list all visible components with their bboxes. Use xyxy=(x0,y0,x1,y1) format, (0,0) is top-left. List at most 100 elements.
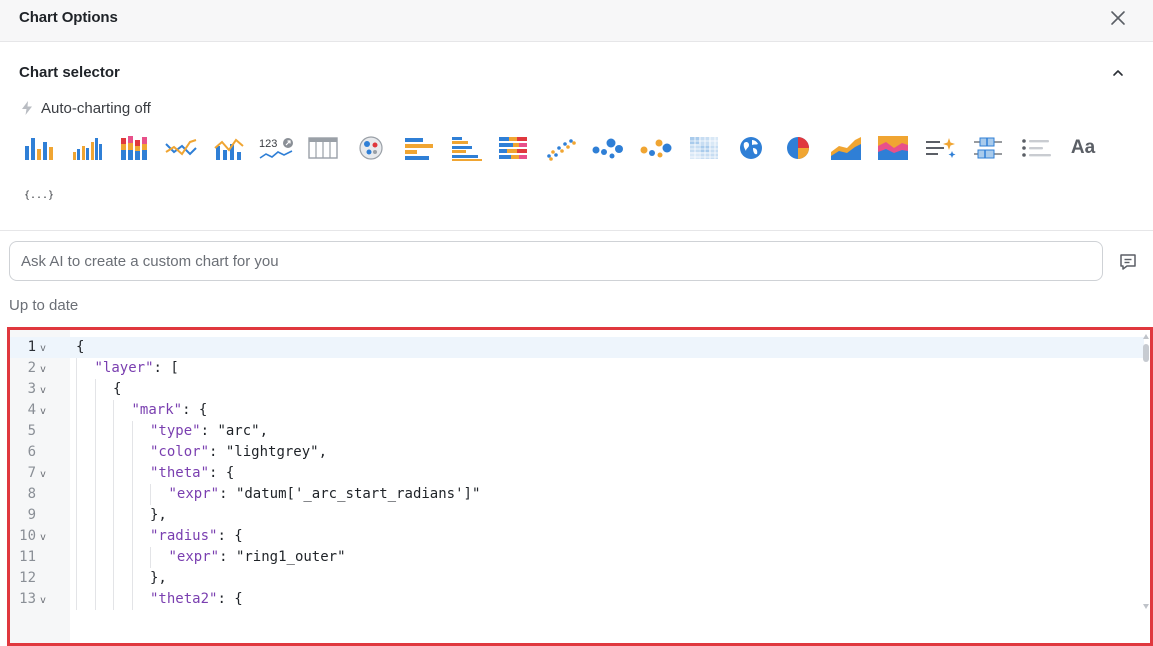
json-punct: : { xyxy=(209,465,235,481)
code-line[interactable]: 4 v "mark": { xyxy=(10,400,1144,421)
indent-guide xyxy=(150,547,151,568)
close-icon[interactable] xyxy=(1107,7,1129,29)
line-number: 1 xyxy=(27,339,36,355)
chevron-up-icon[interactable] xyxy=(1109,64,1127,82)
fold-chevron-icon[interactable]: v xyxy=(40,590,46,611)
chart-type-list[interactable] xyxy=(1018,132,1054,164)
fold-chevron-icon[interactable]: v xyxy=(40,359,46,380)
code-line[interactable]: 3 v { xyxy=(10,379,1144,400)
chart-type-horizontal-bar[interactable] xyxy=(401,132,437,164)
svg-text:123: 123 xyxy=(259,138,277,150)
code-line[interactable]: 2 v "layer": [ xyxy=(10,358,1144,379)
dialog-header: Chart Options xyxy=(0,0,1153,42)
chart-type-line[interactable] xyxy=(163,132,199,164)
code-line[interactable]: 7 v "theta": { xyxy=(10,463,1144,484)
dialog-title: Chart Options xyxy=(19,9,118,26)
table-icon xyxy=(308,137,338,159)
code-text: "type": "arc", xyxy=(150,421,268,442)
code-text: }, xyxy=(150,505,167,526)
list-icon xyxy=(1022,139,1051,157)
chart-type-table[interactable] xyxy=(305,132,341,164)
chart-type-geo-map[interactable] xyxy=(733,132,769,164)
code-line[interactable]: 1 v { xyxy=(10,337,1144,358)
line-number: 5 xyxy=(27,423,36,439)
geo-map-icon xyxy=(740,137,762,159)
chart-type-json[interactable]: {...} xyxy=(14,183,64,207)
fold-chevron-icon[interactable]: v xyxy=(40,464,46,485)
chart-type-area[interactable] xyxy=(828,132,864,164)
chat-button[interactable] xyxy=(1117,251,1139,273)
indent-guide xyxy=(131,421,133,610)
chart-type-heatmap[interactable] xyxy=(686,132,722,164)
json-key: "theta2" xyxy=(150,591,218,607)
collapse-button[interactable] xyxy=(1109,64,1127,82)
chart-type-bubble[interactable] xyxy=(590,132,626,164)
json-key: "expr" xyxy=(168,549,220,565)
chart-type-boxplot[interactable] xyxy=(970,132,1006,164)
fold-chevron-icon[interactable]: v xyxy=(40,401,46,422)
code-line[interactable]: 5 "type": "arc", xyxy=(10,421,1144,442)
json-key: "radius" xyxy=(150,528,218,544)
code-line[interactable]: 9}, xyxy=(10,505,1144,526)
scroll-down-arrow[interactable] xyxy=(1143,604,1149,609)
chart-type-ai-text[interactable] xyxy=(923,132,959,164)
chart-type-bar[interactable] xyxy=(21,132,57,164)
chart-selector-title: Chart selector xyxy=(19,64,120,81)
horizontal-stacked-bar-icon xyxy=(499,137,527,159)
json-punct: : xyxy=(200,423,218,439)
chart-type-horizontal-stacked-bar[interactable] xyxy=(495,132,531,164)
line-number: 2 xyxy=(27,360,36,376)
code-text: "theta": { xyxy=(150,463,234,484)
line-number: 3 xyxy=(27,381,36,397)
chart-type-scatter[interactable] xyxy=(543,132,579,164)
code-line[interactable]: 12}, xyxy=(10,568,1144,589)
close-button[interactable] xyxy=(1107,7,1129,29)
line-number: 7 xyxy=(27,465,36,481)
code-line[interactable]: 11 "expr": "ring1_outer" xyxy=(10,547,1144,568)
chart-type-grouped-bar[interactable] xyxy=(69,132,105,164)
chart-type-pivot[interactable] xyxy=(353,132,389,164)
chart-type-text[interactable]: Aa xyxy=(1065,132,1101,164)
indent-guide xyxy=(94,379,96,610)
chart-type-stacked-bar[interactable] xyxy=(116,132,152,164)
code-text: "expr": "ring1_outer" xyxy=(169,547,346,568)
code-line[interactable]: 8 "expr": "datum['_arc_start_radians']" xyxy=(10,484,1144,505)
json-key: "color" xyxy=(150,444,210,460)
auto-charting-toggle[interactable]: Auto-charting off xyxy=(20,98,151,118)
scroll-up-arrow[interactable] xyxy=(1143,334,1149,339)
scroll-thumb[interactable] xyxy=(1143,344,1149,362)
fold-chevron-icon[interactable]: v xyxy=(40,338,46,359)
code-line[interactable]: 10 v "radius": { xyxy=(10,526,1144,547)
ai-chart-input[interactable] xyxy=(9,241,1103,281)
fold-chevron-icon[interactable]: v xyxy=(40,527,46,548)
combo-chart-icon xyxy=(214,138,244,160)
heatmap-icon xyxy=(690,137,718,159)
json-punct: : { xyxy=(217,528,243,544)
pie-chart-icon xyxy=(787,137,809,159)
code-editor[interactable]: 1 v{2 v "layer": [3 v{4 v "mark": {5 "type": "a… xyxy=(7,327,1153,646)
json-icon: {...} xyxy=(23,189,55,201)
chart-type-combo[interactable] xyxy=(211,132,247,164)
line-number: 11 xyxy=(19,549,36,565)
chart-type-stacked-area[interactable] xyxy=(875,132,911,164)
text-icon: Aa xyxy=(1070,137,1096,158)
chat-icon[interactable] xyxy=(1117,251,1139,273)
json-punct: : xyxy=(219,549,236,565)
code-text: { xyxy=(113,379,121,400)
horizontal-grouped-bar-icon xyxy=(452,137,482,161)
fold-chevron-icon[interactable]: v xyxy=(40,380,46,401)
chart-type-bubble-colored[interactable] xyxy=(638,132,674,164)
json-key: "expr" xyxy=(168,486,220,502)
json-punct: : xyxy=(209,444,226,460)
code-line[interactable]: 13 v "theta2": { xyxy=(10,589,1144,610)
stacked-bar-chart-icon xyxy=(121,136,147,160)
chart-type-horizontal-grouped-bar[interactable] xyxy=(448,132,484,164)
json-punct: : { xyxy=(217,591,243,607)
editor-scrollbar[interactable] xyxy=(1142,330,1150,643)
chart-type-pie[interactable] xyxy=(780,132,816,164)
code-line[interactable]: 6 "color": "lightgrey", xyxy=(10,442,1144,463)
json-punct: { xyxy=(76,339,85,355)
code-text: "color": "lightgrey", xyxy=(150,442,327,463)
chart-type-scorecard[interactable]: 123 xyxy=(258,132,294,164)
horizontal-bar-chart-icon xyxy=(405,138,433,160)
